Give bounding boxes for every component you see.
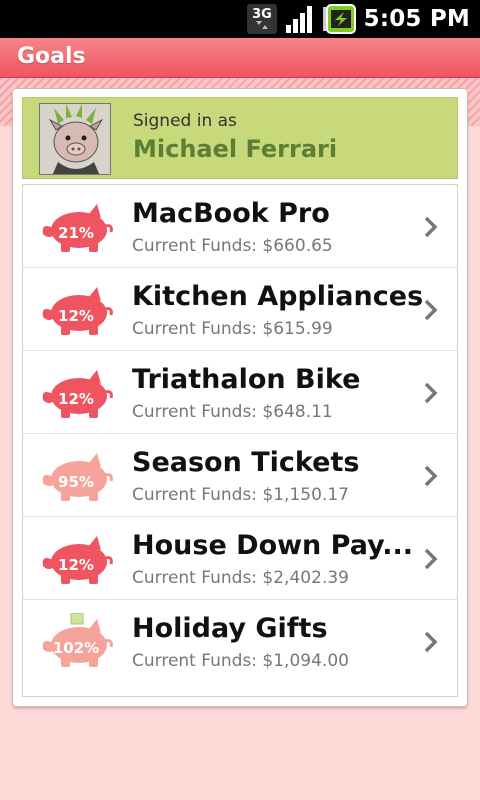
chevron-right-icon [424,216,438,238]
goal-funds: Current Funds: $615.99 [132,319,333,339]
chevron-right-icon [424,299,438,321]
goal-funds: Current Funds: $1,094.00 [132,651,349,671]
goal-funds: Current Funds: $2,402.39 [132,568,349,588]
piggy-bank-icon: 12% [39,281,115,339]
svg-text:3G: 3G [252,7,272,22]
goal-name: Season Tickets [132,447,360,478]
goals-list: 21% MacBook Pro Current Funds: $660.65 1… [22,184,458,697]
goal-percent: 21% [58,224,94,242]
goals-card: Signed in as Michael Ferrari 21% MacBook… [13,89,467,706]
signed-in-label: Signed in as [133,111,237,131]
goal-row[interactable]: 12% Kitchen Appliances Current Funds: $6… [23,268,457,350]
account-name: Michael Ferrari [133,135,338,163]
goal-funds: Current Funds: $648.11 [132,402,333,422]
pig-avatar-icon [39,103,111,175]
status-bar: 3G 5:05 PM [0,0,480,38]
goal-row[interactable]: 12% Triathalon Bike Current Funds: $648.… [23,351,457,433]
goal-name: Triathalon Bike [132,364,361,395]
goal-percent: 12% [58,307,94,325]
goal-row[interactable]: 102% Holiday Gifts Current Funds: $1,094… [23,600,457,696]
goal-name: Kitchen Appliances [132,281,424,312]
goal-percent: 12% [58,390,94,408]
chevron-right-icon [424,382,438,404]
goal-funds: Current Funds: $1,150.17 [132,485,349,505]
account-banner[interactable]: Signed in as Michael Ferrari [22,97,458,179]
goal-row[interactable]: 12% House Down Pay... Current Funds: $2,… [23,517,457,599]
piggy-bank-icon: 21% [39,198,115,256]
status-time: 5:05 PM [363,6,470,32]
title-bar: Goals [0,38,480,78]
piggy-bank-icon: 12% [39,530,115,588]
goal-name: Holiday Gifts [132,613,328,644]
goal-percent: 12% [58,556,94,574]
goal-name: House Down Pay... [132,530,414,561]
piggy-bank-icon: 95% [39,447,115,505]
piggy-bank-icon: 102% [39,613,115,671]
3g-icon: 3G [246,4,277,34]
goal-name: MacBook Pro [132,198,330,229]
piggy-bank-icon: 12% [39,364,115,422]
goal-funds: Current Funds: $660.65 [132,236,333,256]
chevron-right-icon [424,465,438,487]
status-icons: 3G 5:05 PM [246,0,480,38]
battery-charging-icon [322,4,356,34]
page-title: Goals [17,44,86,69]
signal-icon [285,6,312,33]
chevron-right-icon [424,548,438,570]
goal-percent: 95% [58,473,94,491]
goal-row[interactable]: 21% MacBook Pro Current Funds: $660.65 [23,185,457,267]
chevron-right-icon [424,631,438,653]
goal-percent: 102% [52,639,100,657]
goal-row[interactable]: 95% Season Tickets Current Funds: $1,150… [23,434,457,516]
